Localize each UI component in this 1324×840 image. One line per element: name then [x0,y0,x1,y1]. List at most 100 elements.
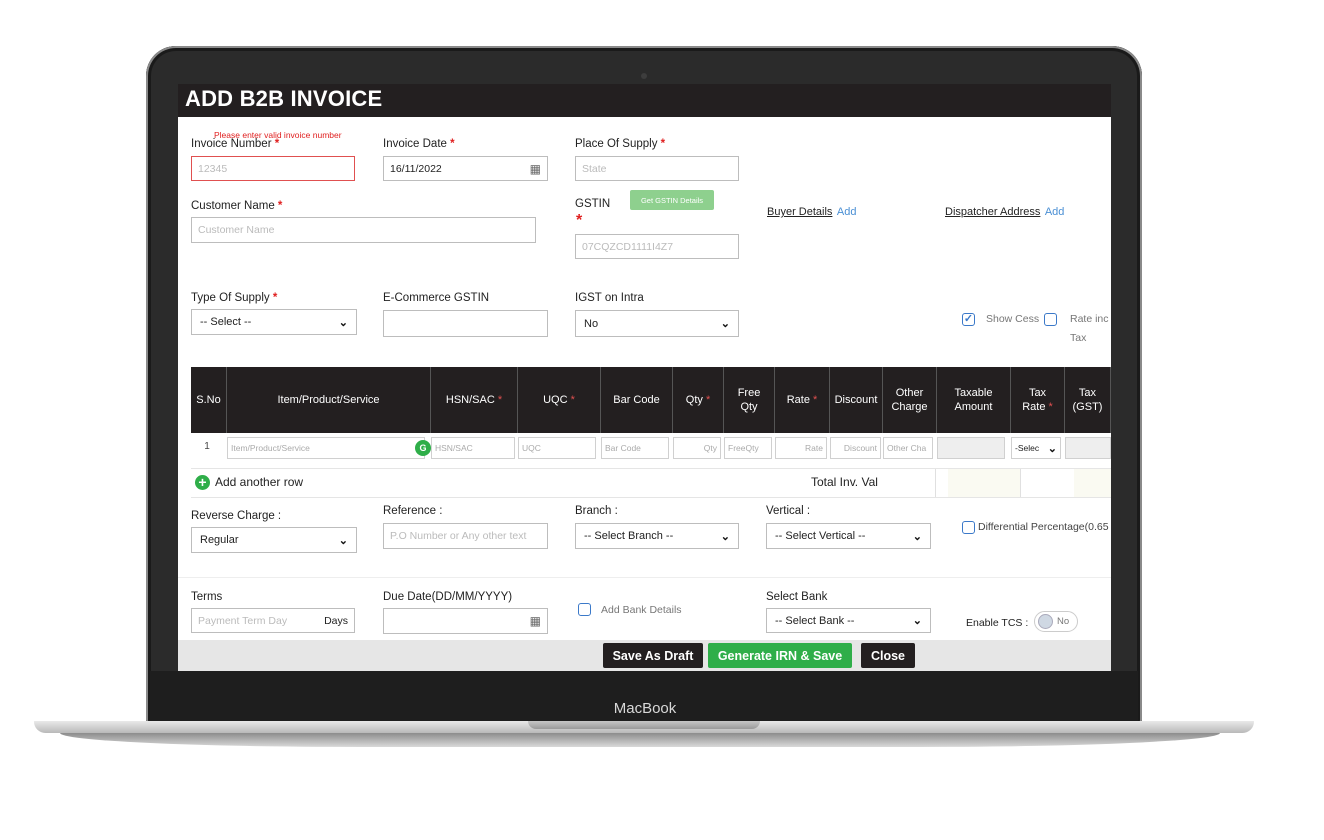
column-header-text: Tax (GST) [1073,386,1103,414]
rate-input[interactable]: Rate [775,437,827,459]
show-cess-checkbox[interactable] [962,313,975,326]
buyer-details-add-link[interactable]: Add [837,206,857,218]
gstin-input[interactable]: 07CQZCD1111I4Z7 [575,234,739,259]
buyer-details-label: Buyer Details [767,206,833,218]
column-header: Other Charge [883,367,937,433]
item-placeholder: Item/Product/Service [231,443,310,453]
chevron-down-icon: ⌄ [338,316,348,329]
invoice-number-label-text: Invoice Number [191,138,272,150]
discount-input[interactable]: Discount [830,437,881,459]
add-row-icon[interactable]: + [195,475,210,490]
chevron-down-icon: ⌄ [338,534,348,547]
column-header-text: UQC * [543,393,575,407]
required-mark: * [272,292,278,304]
required-mark: * [576,212,583,229]
qty-input[interactable]: Qty [673,437,721,459]
column-header-text: Other Charge [891,386,927,414]
column-header: UQC * [518,367,601,433]
reverse-charge-label: Reverse Charge : [191,510,282,522]
item-input[interactable]: Item/Product/Service [227,437,425,459]
column-header-line1: Discount [834,394,878,406]
generate-irn-save-button[interactable]: Generate IRN & Save [708,643,852,668]
branch-select[interactable]: -- Select Branch -- ⌄ [575,523,739,549]
invoice-number-label: Invoice Number * [191,138,279,150]
column-header-line1: Bar Code [613,394,660,406]
column-header-text: Bar Code [613,393,659,407]
column-header-line1: UQC [543,394,568,406]
column-header-text: HSN/SAC * [446,393,502,407]
add-another-row-link[interactable]: Add another row [215,475,303,489]
hsn-input[interactable]: HSN/SAC [431,437,515,459]
required-mark: * [813,394,818,406]
toggle-knob-icon [1038,614,1053,629]
select-bank-value: -- Select Bank -- [775,614,855,627]
customer-name-label: Customer Name * [191,200,282,212]
differential-checkbox[interactable] [962,521,975,534]
total-invoice-value-label: Total Inv. Val [811,475,878,489]
table-footer-row: + Add another row Total Inv. Val [191,468,1111,498]
column-header: Free Qty [724,367,775,433]
calendar-icon[interactable]: ▦ [530,162,541,176]
place-of-supply-label: Place Of Supply * [575,138,665,150]
save-as-draft-button[interactable]: Save As Draft [603,643,703,668]
taxable-amount-field [937,437,1005,459]
terms-label: Terms [191,591,223,603]
place-of-supply-label-text: Place Of Supply [575,138,658,150]
column-header-line1: S.No [196,394,221,406]
reverse-charge-select[interactable]: Regular ⌄ [191,527,357,553]
column-header-text: Tax Rate * [1022,386,1053,414]
dispatcher-address-add-link[interactable]: Add [1045,206,1065,218]
rate-incl-tax-label: Rate inc [1070,313,1109,325]
items-table-header: S.No Item/Product/Service HSN/SAC * UQC * Ba… [191,367,1111,433]
uqc-input[interactable]: UQC [518,437,596,459]
vertical-select[interactable]: -- Select Vertical -- ⌄ [766,523,931,549]
column-header-line1: Free [737,387,761,399]
type-of-supply-label: Type Of Supply * [191,292,277,304]
igst-on-intra-label: IGST on Intra [575,292,644,304]
add-bank-checkbox[interactable] [578,603,591,616]
column-header-text: Rate * [787,393,818,407]
other-charge-input[interactable]: Other Cha [883,437,933,459]
gstin-label: GSTIN [575,198,611,210]
calendar-icon[interactable]: ▦ [530,614,541,628]
row-sno: 1 [204,441,210,452]
type-of-supply-select[interactable]: -- Select -- ⌄ [191,309,357,335]
place-of-supply-input[interactable]: State [575,156,739,181]
due-date-input[interactable]: ▦ [383,608,548,634]
total-cell [948,469,1020,497]
enable-tcs-label: Enable TCS : [966,617,1029,629]
reference-label: Reference : [383,505,443,517]
enable-tcs-toggle[interactable]: No [1034,611,1078,632]
close-button[interactable]: Close [861,643,915,668]
ecommerce-gstin-input[interactable] [383,310,548,337]
column-header-line1: Tax [1028,387,1047,399]
column-header-line2: Amount [954,401,993,413]
column-header-line1: Tax [1078,387,1097,399]
chevron-down-icon: ⌄ [912,530,922,543]
column-header: Item/Product/Service [227,367,431,433]
rate-incl-tax-checkbox[interactable] [1044,313,1057,326]
terms-input[interactable]: Payment Term Day Days [191,608,355,633]
free-qty-input[interactable]: FreeQty [724,437,772,459]
column-header-line1: Rate [786,394,810,406]
required-mark: * [705,394,711,406]
tax-gst-field [1065,437,1111,459]
column-header: Taxable Amount [937,367,1011,433]
select-bank-select[interactable]: -- Select Bank -- ⌄ [766,608,931,633]
tax-rate-select[interactable]: -Selec ⌄ [1011,437,1061,459]
reference-input[interactable]: P.O Number or Any other text [383,523,548,549]
get-gstin-details-button[interactable]: Get GSTIN Details [630,190,714,210]
column-header-line1: Other [895,387,924,399]
item-search-icon[interactable]: G [415,440,431,456]
header-row: S.No Item/Product/Service HSN/SAC * UQC * Ba… [191,367,1111,433]
terms-placeholder: Payment Term Day [198,614,288,627]
page-header: ADD B2B INVOICE [178,84,1111,117]
invoice-date-input[interactable]: 16/11/2022 ▦ [383,156,548,181]
barcode-input[interactable]: Bar Code [601,437,669,459]
divider [1020,469,1021,497]
customer-name-input[interactable]: Customer Name [191,217,536,243]
invoice-number-input[interactable]: 12345 [191,156,355,181]
igst-on-intra-select[interactable]: No ⌄ [575,310,739,337]
buyer-details: Buyer Details Add [767,202,856,220]
customer-name-label-text: Customer Name [191,200,275,212]
